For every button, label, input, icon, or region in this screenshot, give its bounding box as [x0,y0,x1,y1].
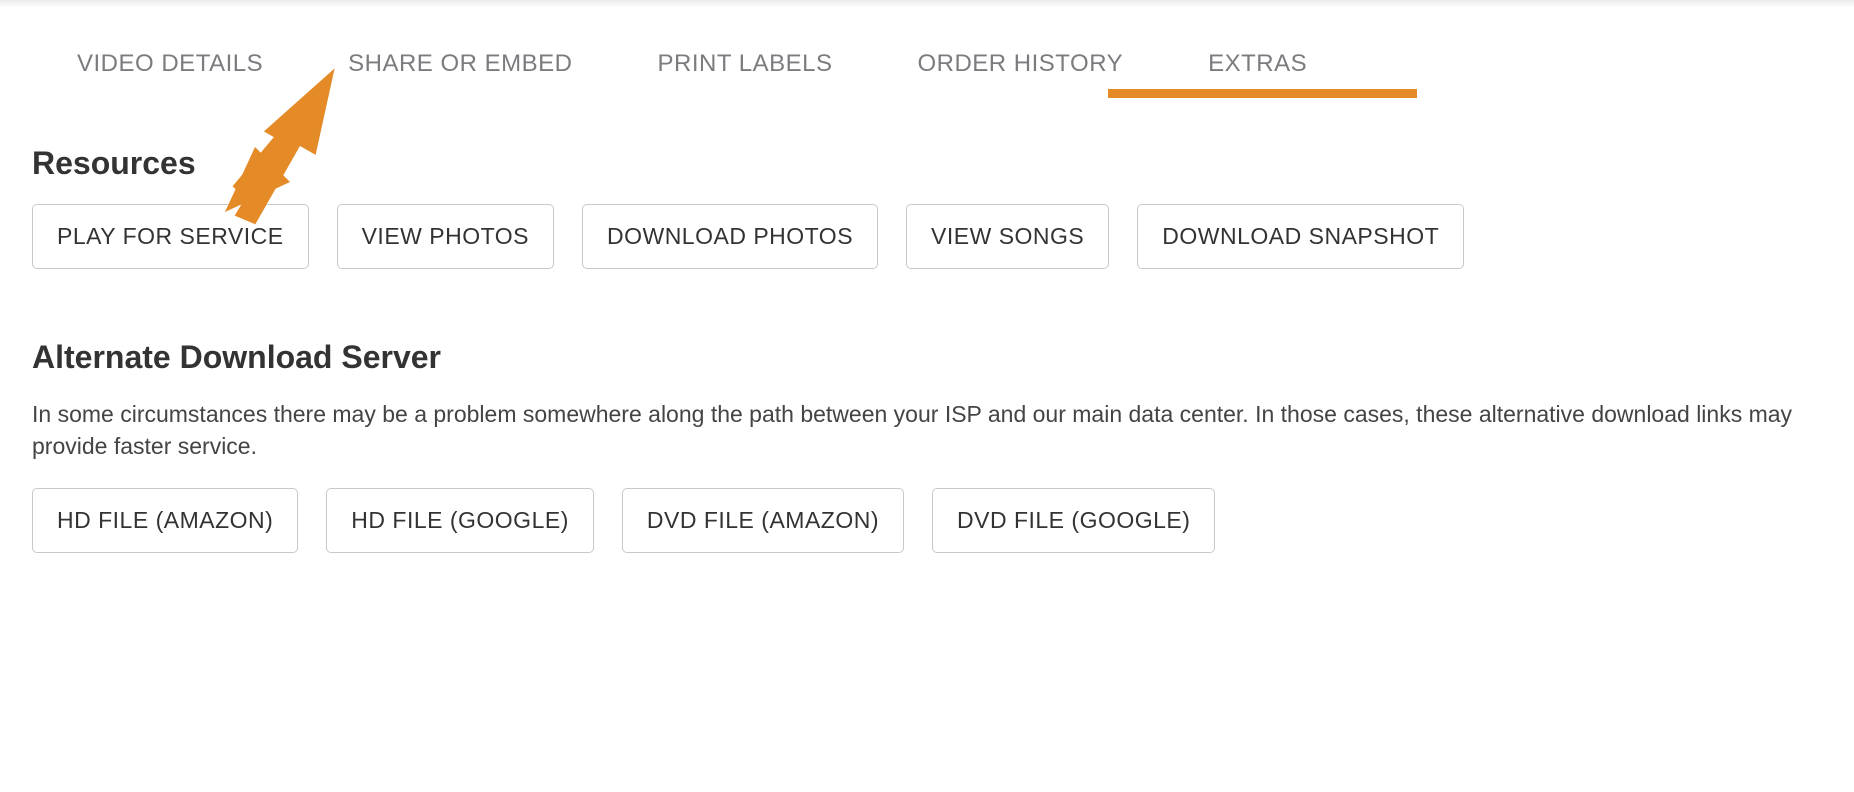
tab-extras[interactable]: EXTRAS [1208,38,1307,90]
view-photos-button[interactable]: VIEW PHOTOS [337,204,554,269]
tab-share-or-embed[interactable]: SHARE OR EMBED [348,38,572,90]
alternate-description: In some circumstances there may be a pro… [32,398,1812,462]
resources-buttons: PLAY FOR SERVICE VIEW PHOTOS DOWNLOAD PH… [32,204,1822,269]
tab-video-details[interactable]: VIDEO DETAILS [77,38,263,90]
alternate-title: Alternate Download Server [32,339,1822,376]
tab-bar: VIDEO DETAILS SHARE OR EMBED PRINT LABEL… [32,38,1822,90]
download-snapshot-button[interactable]: DOWNLOAD SNAPSHOT [1137,204,1464,269]
hd-file-amazon-button[interactable]: HD FILE (AMAZON) [32,488,298,553]
view-songs-button[interactable]: VIEW SONGS [906,204,1109,269]
tab-order-history[interactable]: ORDER HISTORY [917,38,1123,90]
play-for-service-button[interactable]: PLAY FOR SERVICE [32,204,309,269]
alternate-buttons: HD FILE (AMAZON) HD FILE (GOOGLE) DVD FI… [32,488,1822,553]
download-photos-button[interactable]: DOWNLOAD PHOTOS [582,204,878,269]
top-shadow [0,0,1854,8]
main-container: VIDEO DETAILS SHARE OR EMBED PRINT LABEL… [0,8,1854,593]
resources-title: Resources [32,145,1822,182]
tab-print-labels[interactable]: PRINT LABELS [657,38,832,90]
hd-file-google-button[interactable]: HD FILE (GOOGLE) [326,488,594,553]
dvd-file-google-button[interactable]: DVD FILE (GOOGLE) [932,488,1215,553]
dvd-file-amazon-button[interactable]: DVD FILE (AMAZON) [622,488,904,553]
